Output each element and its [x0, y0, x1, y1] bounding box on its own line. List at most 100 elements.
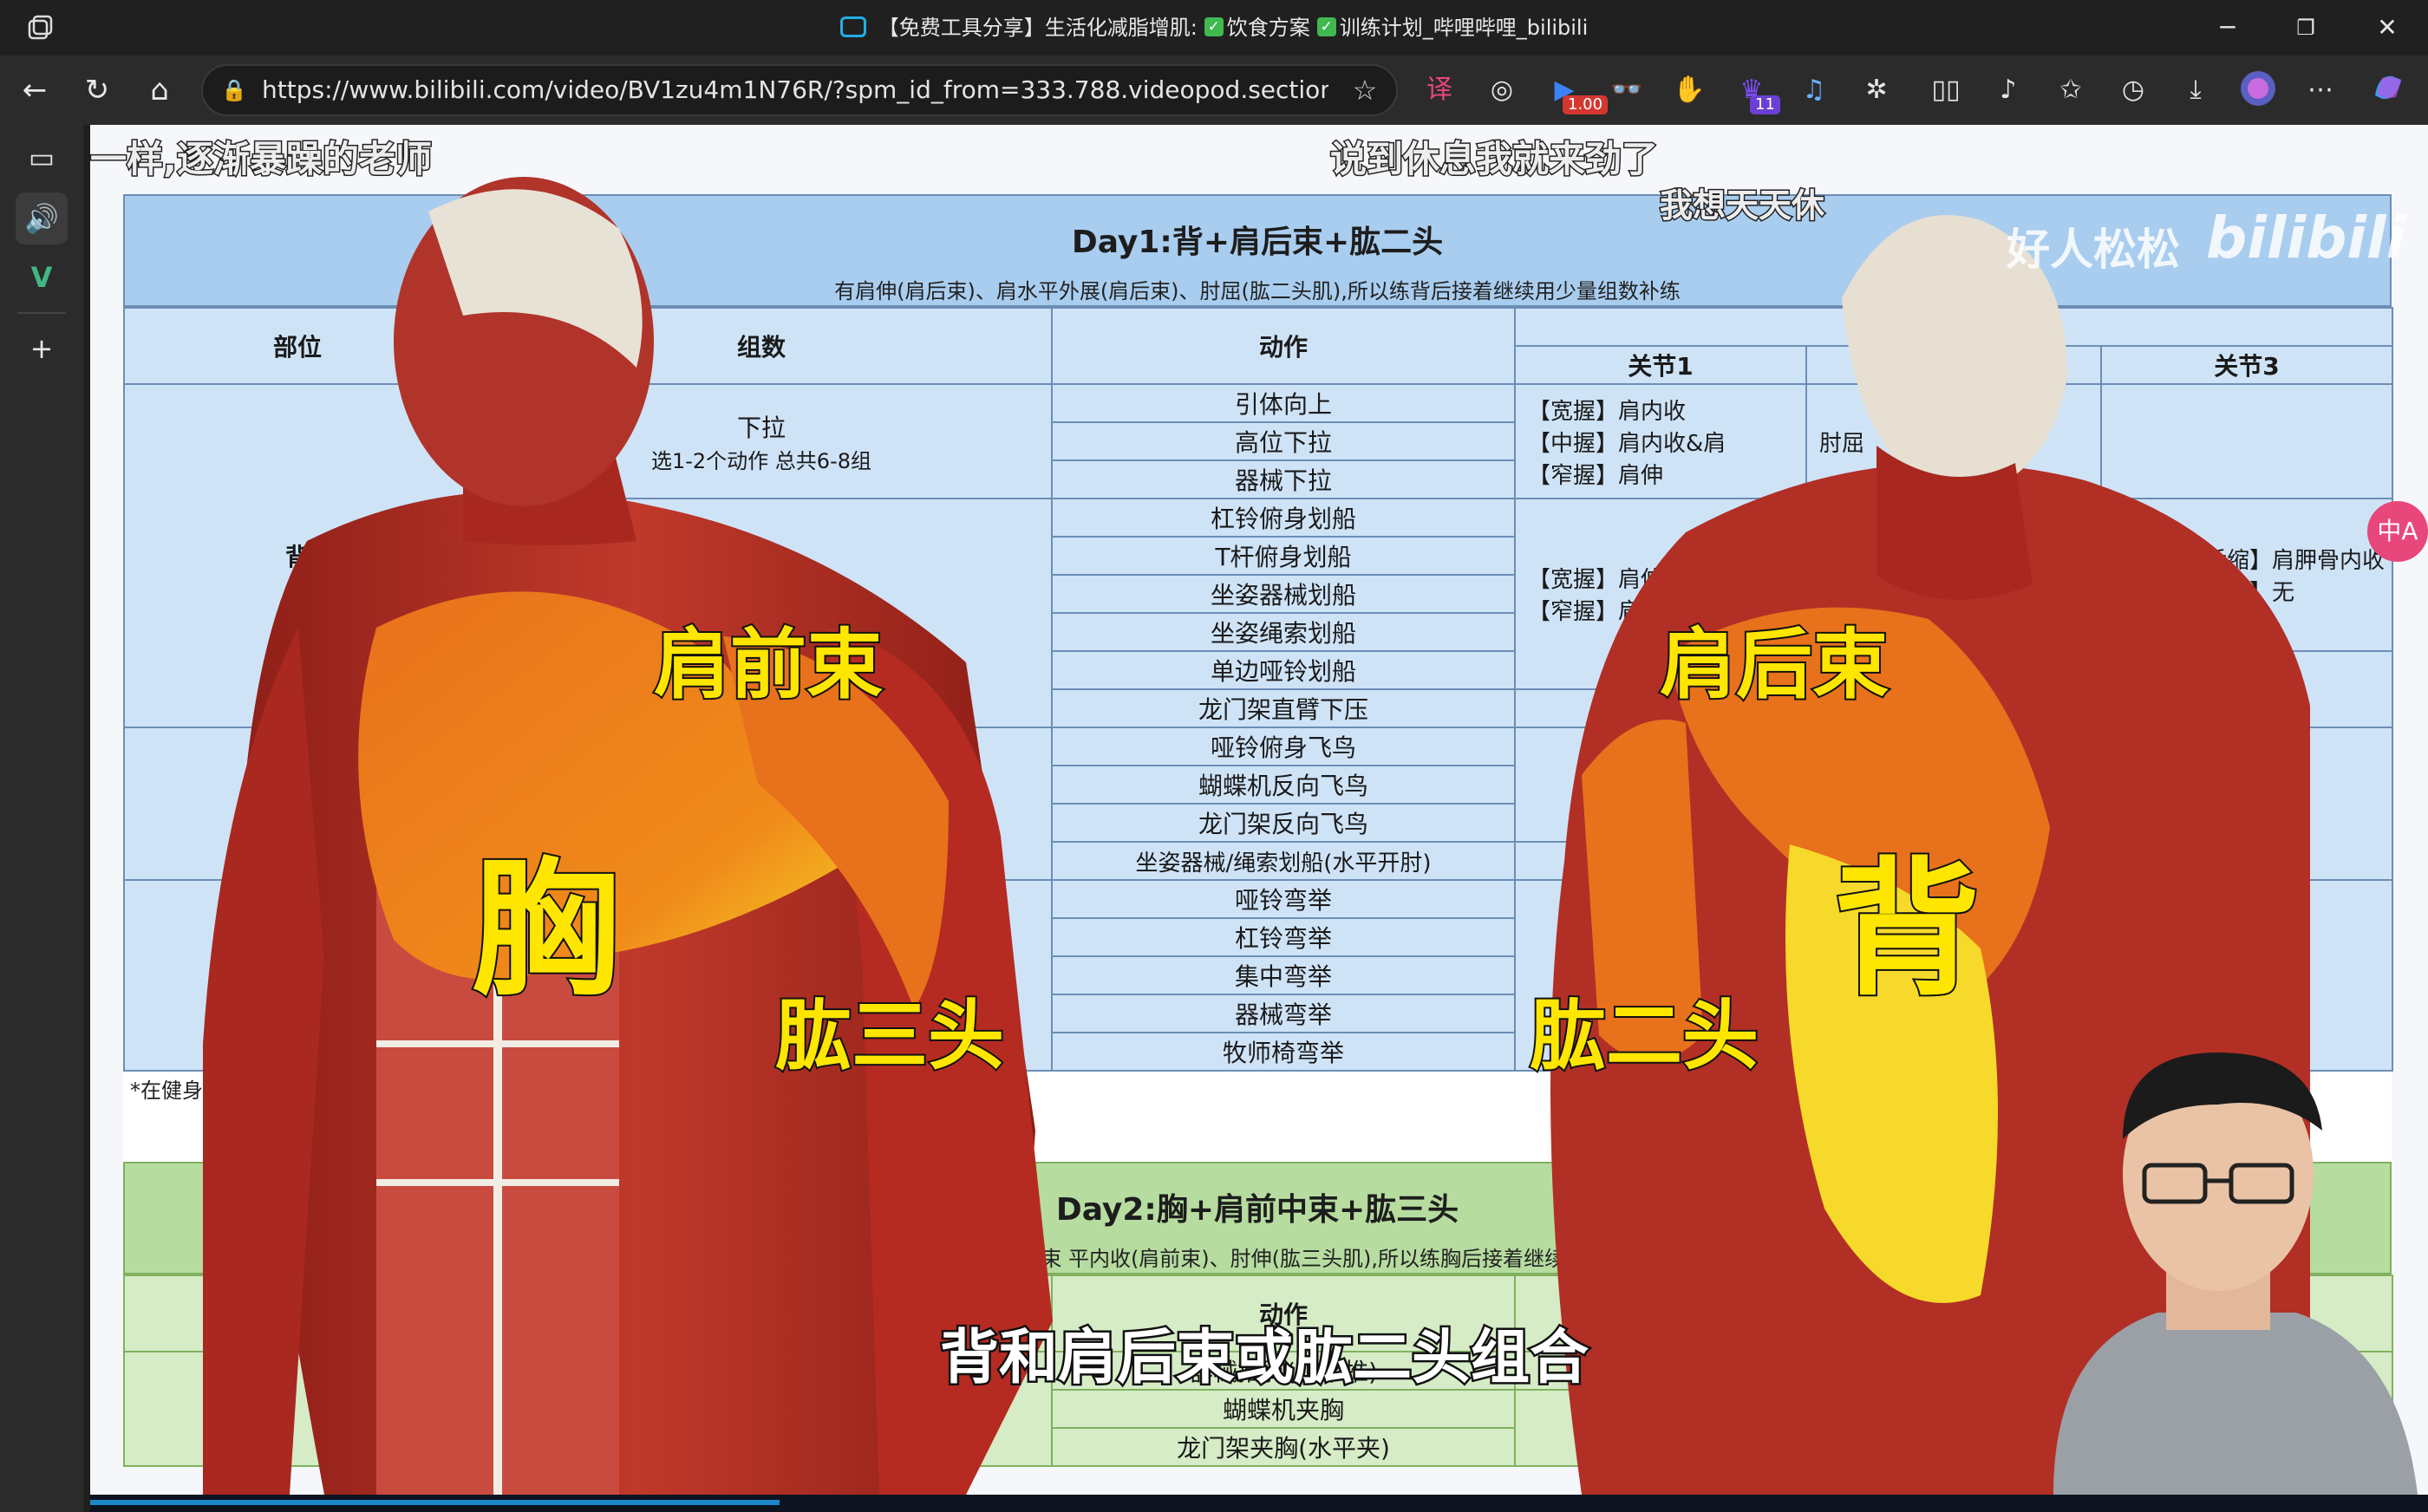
day2-header-joint3 [2100, 1274, 2393, 1352]
label-front-delt: 肩前束 [652, 618, 884, 711]
move-cell: 器械下拉 [1051, 459, 1516, 499]
header-joint1: 关节1 [1514, 345, 1807, 385]
joint3-fly [2099, 727, 2394, 881]
move-cell: 坐姿绳索划船 [1051, 612, 1516, 652]
url-text[interactable]: https://www.bilibili.com/video/BV1zu4m1N… [262, 66, 1328, 114]
back-button[interactable]: ← [12, 68, 57, 113]
move-cell: 坐姿器械/绳索划船(水平开肘) [1051, 841, 1516, 881]
training-sheet: Day1:背+肩后束+肱二头 有肩伸(肩后束)、肩水平外展(肩后束)、肘屈(肱二… [123, 194, 2394, 1467]
address-bar[interactable]: 🔒 https://www.bilibili.com/video/BV1zu4m… [201, 64, 1398, 116]
translate-float-button[interactable]: 中A [2367, 501, 2428, 562]
joint3-pull [2099, 383, 2394, 499]
label-biceps: 肱二头 [1528, 989, 1760, 1082]
move-cell: 高位下拉 [1051, 421, 1516, 461]
day1-table: 部位 组数 动作 动 关节1 2 关节3 背 下拉 选1-2个动作 总共6-8组 … [123, 307, 2394, 1072]
title-item-training: 训练计划_哔哩哔哩_bilibili [1339, 16, 1589, 40]
wizard-extension-icon[interactable]: ♛ 11 [1731, 69, 1780, 114]
joint3-curl [2099, 879, 2394, 1072]
media-control-icon[interactable]: ♪ [1987, 69, 2029, 111]
day2-joint2 [1805, 1351, 2102, 1467]
day1-note: 有肩伸(肩后束)、肩水平外展(肩后束)、肘屈(肱二头肌),所以练背后接着继续用少… [834, 279, 1681, 303]
spacer [123, 1110, 2392, 1162]
move-cell: 蝴蝶机反向飞鸟 [1051, 765, 1516, 805]
header-move: 动作 [1051, 307, 1516, 385]
day1-block: Day1:背+肩后束+肱二头 有肩伸(肩后束)、肩水平外展(肩后束)、肘屈(肱二… [123, 194, 2394, 1110]
joint1-fly2: 肩 [1514, 841, 1807, 881]
uploader-watermark: 好人松松 [2007, 225, 2180, 275]
restore-button[interactable]: ❐ [2267, 0, 2345, 55]
day2-joint3 [2100, 1351, 2393, 1467]
check-icon: ✓ [1316, 17, 1336, 36]
video-progress-bar[interactable] [90, 1495, 2428, 1512]
move-cell: 杠铃弯举 [1051, 917, 1516, 957]
title-item-diet: 饮食方案 [1226, 16, 1310, 40]
lock-icon[interactable]: 🔒 [220, 76, 248, 104]
move-cell: T杆俯身划船 [1051, 536, 1516, 576]
move-cell: 龙门架直臂下压 [1051, 688, 1516, 728]
pull-sets-cell: 下拉选1-2个动作 总共6-8组 [470, 383, 1053, 499]
count-badge: 11 [1750, 95, 1780, 114]
profile-avatar[interactable] [2237, 69, 2279, 111]
header-joint: 动 [1513, 307, 2394, 347]
header-sets: 组数 [470, 307, 1053, 385]
move-cell: 杠铃俯身划船 [1051, 498, 1516, 538]
adblock-extension-icon[interactable]: ✋ [1668, 69, 1710, 111]
progress-fill [90, 1500, 780, 1505]
translate-extension-icon[interactable]: 译 [1419, 69, 1460, 111]
glasses-extension-icon[interactable]: 👓 [1606, 69, 1648, 111]
extensions-puzzle-icon[interactable]: ✲ [1856, 69, 1897, 111]
day2-note: 肩屈(肩前束 平内收(肩前束)、肘伸(肱三头肌),所以练胸后接着继续 [949, 1247, 1566, 1271]
new-tab-icon[interactable]: + [16, 323, 68, 375]
joint1-fly: 肩 [1514, 727, 1807, 843]
sidebar-divider [17, 312, 66, 314]
move-cell: 牧师椅弯举 [1051, 1032, 1516, 1072]
move-cell: 哑铃俯身飞鸟 [1051, 727, 1516, 766]
day2-title: Day2:胸+肩前中束+肱三头 [1055, 1192, 1459, 1228]
label-chest: 胸 [470, 843, 621, 1018]
more-menu-icon[interactable]: ⋯ [2300, 69, 2341, 111]
speed-extension-icon[interactable]: ▶ 1.00 [1544, 69, 1609, 114]
vertical-tabs-sidebar: ▭ 🔊 V + [0, 125, 83, 1512]
day2-header-joint2 [1805, 1274, 2102, 1352]
header-joint3: 关节3 [2099, 345, 2394, 385]
move-cell: 单边哑铃划船 [1051, 650, 1516, 690]
day2-header-part: 部 [123, 1274, 472, 1352]
video-frame[interactable]: Day1:背+肩后束+肱二头 有肩伸(肩后束)、肩水平外展(肩后束)、肘屈(肱二… [90, 125, 2428, 1495]
title-prefix: 【免费工具分享】生活化减脂增肌: [878, 16, 1198, 40]
part-rear-delt [123, 727, 472, 881]
close-button[interactable]: ✕ [2348, 0, 2426, 55]
favorite-star-icon[interactable]: ☆ [1348, 73, 1382, 108]
move-cell: 坐姿器械划船 [1051, 574, 1516, 614]
speed-badge: 1.00 [1563, 95, 1609, 114]
vue-tab-icon[interactable]: V [16, 251, 68, 303]
download-icon[interactable]: ⤓ [2175, 69, 2216, 111]
reader-extension-icon[interactable]: ◎ [1481, 69, 1523, 111]
day2-sets-2: 动作 总共8 [701, 1413, 822, 1442]
audio-tab-icon[interactable]: 🔊 [16, 192, 68, 244]
joint1-pull: 【宽握】肩内收 【中握】肩内收&肩 【窄握】肩伸 [1514, 383, 1807, 499]
header-joint2: 2 [1805, 345, 2102, 385]
window-title: 【免费工具分享】生活化减脂增肌: ✓ 饮食方案 ✓ 训练计划_哔哩哔哩_bilibili [0, 0, 2428, 55]
bilibili-tab-icon [839, 16, 866, 37]
history-icon[interactable]: ◷ [2112, 69, 2154, 111]
day2-joint-b: 肩水平 [1514, 1389, 1807, 1467]
video-caption: 背和肩后束或肱二头组合 [937, 1322, 1590, 1395]
move-cell: 蝴蝶机夹胸 [1051, 1389, 1516, 1429]
move-cell: 龙门架反向飞鸟 [1051, 803, 1516, 843]
part-back: 背 [123, 383, 472, 728]
pull-title: 下拉 [736, 413, 786, 442]
favorites-icon[interactable]: ✩ [2050, 69, 2092, 111]
split-screen-icon[interactable]: ▯▯ [1925, 69, 1967, 111]
part-biceps [123, 879, 472, 1072]
day1-footnote: *在健身的 /下 旋/下旋),描述动作的关节活动时出于简便起见,一般会省略肩胛骨… [123, 1072, 2392, 1110]
home-button[interactable]: ⌂ [137, 68, 182, 113]
move-cell: 引体向上 [1051, 383, 1516, 423]
tab-actions-icon[interactable]: ▭ [16, 132, 68, 184]
move-cell: 集中弯举 [1051, 955, 1516, 995]
refresh-button[interactable]: ↻ [75, 68, 120, 113]
minimize-button[interactable]: ─ [2189, 0, 2267, 55]
copilot-icon[interactable] [2367, 69, 2409, 111]
music-extension-icon[interactable]: ♫ [1793, 69, 1835, 111]
pull-sets: 选1-2个动作 总共6-8组 [650, 448, 872, 473]
bilibili-watermark: bilibili [2206, 205, 2406, 271]
